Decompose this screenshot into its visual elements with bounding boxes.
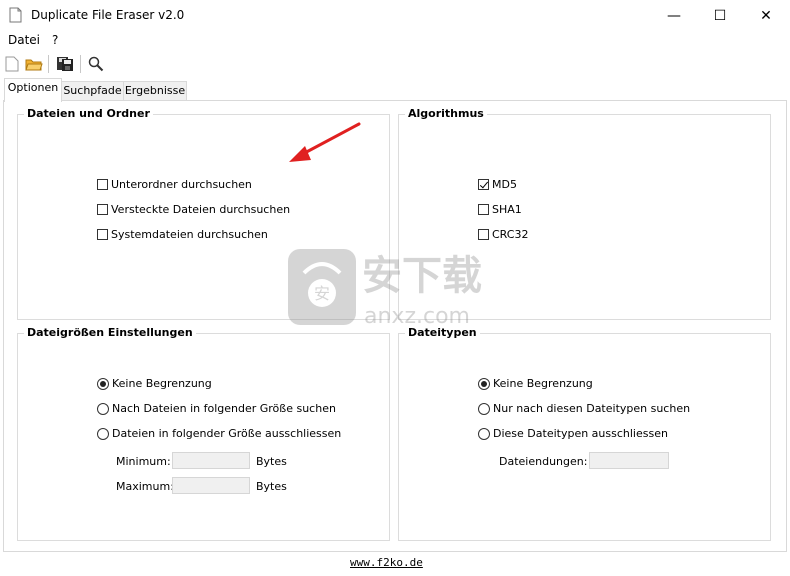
maximum-unit: Bytes	[256, 480, 287, 493]
size-exclude-radio[interactable]: Dateien in folgender Größe ausschliessen	[97, 427, 341, 440]
types-include-radio[interactable]: Nur nach diesen Dateitypen suchen	[478, 402, 690, 415]
option-label: Versteckte Dateien durchsuchen	[111, 203, 291, 216]
close-button[interactable]: ✕	[743, 0, 789, 31]
option-label: Keine Begrenzung	[493, 377, 593, 390]
size-include-radio[interactable]: Nach Dateien in folgender Größe suchen	[97, 402, 336, 415]
search-icon	[88, 56, 104, 72]
window-title: Duplicate File Eraser v2.0	[31, 8, 185, 22]
tab-strip: Optionen Suchpfade Ergebnisse	[0, 78, 790, 102]
types-no-limit-radio[interactable]: Keine Begrenzung	[478, 377, 593, 390]
crc32-checkbox[interactable]: CRC32	[478, 228, 528, 241]
radio-circle[interactable]	[97, 402, 109, 415]
extensions-label: Dateiendungen:	[499, 455, 588, 468]
option-label: Systemdateien durchsuchen	[111, 228, 268, 241]
md5-checkbox[interactable]: MD5	[478, 178, 517, 191]
extensions-input[interactable]	[589, 452, 669, 469]
checkbox-box[interactable]	[478, 179, 489, 190]
system-files-checkbox[interactable]: Systemdateien durchsuchen	[97, 228, 268, 241]
option-label: SHA1	[492, 203, 522, 216]
option-label: Unterordner durchsuchen	[111, 178, 252, 191]
minimum-input[interactable]	[172, 452, 250, 469]
open-folder-button[interactable]	[24, 54, 44, 74]
open-folder-icon	[25, 59, 43, 70]
subfolders-checkbox[interactable]: Unterordner durchsuchen	[97, 178, 252, 191]
menu-bar: Datei ?	[0, 31, 790, 50]
menu-help[interactable]: ?	[52, 33, 58, 47]
minimum-unit: Bytes	[256, 455, 287, 468]
options-panel: Dateien und Ordner Unterordner durchsuch…	[3, 100, 787, 552]
title-bar: Duplicate File Eraser v2.0 — ☐ ✕	[0, 0, 790, 31]
file-size-group: Dateigrößen Einstellungen Keine Begrenzu…	[17, 326, 390, 541]
file-types-group: Dateitypen Keine Begrenzung Nur nach die…	[398, 326, 771, 541]
option-label: Nur nach diesen Dateitypen suchen	[493, 402, 691, 415]
maximum-input[interactable]	[172, 477, 250, 494]
checkbox-box[interactable]	[478, 204, 489, 215]
maximum-label: Maximum:	[116, 480, 174, 493]
option-label: Diese Dateitypen ausschliessen	[493, 427, 668, 440]
checkbox-box[interactable]	[97, 204, 108, 215]
option-label: Nach Dateien in folgender Größe suchen	[112, 402, 336, 415]
radio-circle[interactable]	[478, 402, 490, 415]
radio-circle[interactable]	[478, 377, 490, 390]
search-button[interactable]	[86, 54, 106, 74]
checkbox-box[interactable]	[97, 229, 108, 240]
checkbox-box[interactable]	[97, 179, 108, 190]
algorithm-title: Algorithmus	[405, 107, 487, 120]
save-button[interactable]	[55, 54, 75, 74]
hidden-files-checkbox[interactable]: Versteckte Dateien durchsuchen	[97, 203, 290, 216]
minimize-button[interactable]: —	[651, 0, 697, 31]
radio-circle[interactable]	[97, 377, 109, 390]
tab-suchpfade[interactable]: Suchpfade	[61, 81, 124, 101]
tab-optionen[interactable]: Optionen	[4, 78, 62, 102]
new-file-button[interactable]	[2, 54, 22, 74]
maximize-button[interactable]: ☐	[697, 0, 743, 31]
types-exclude-radio[interactable]: Diese Dateitypen ausschliessen	[478, 427, 668, 440]
option-label: MD5	[492, 178, 517, 191]
new-file-icon	[5, 56, 19, 72]
files-folders-title: Dateien und Ordner	[24, 107, 153, 120]
option-label: CRC32	[492, 228, 529, 241]
tab-ergebnisse[interactable]: Ergebnisse	[123, 81, 187, 101]
annotation-arrow-icon	[289, 122, 361, 162]
radio-circle[interactable]	[97, 427, 109, 440]
app-document-icon	[9, 7, 22, 23]
website-link[interactable]: www.f2ko.de	[350, 556, 423, 569]
toolbar	[0, 50, 790, 77]
save-disk-icon	[57, 57, 73, 71]
minimum-label: Minimum:	[116, 455, 171, 468]
algorithm-group: Algorithmus MD5 SHA1 CRC32	[398, 107, 771, 320]
checkbox-box[interactable]	[478, 229, 489, 240]
radio-circle[interactable]	[478, 427, 490, 440]
option-label: Keine Begrenzung	[112, 377, 212, 390]
file-size-title: Dateigrößen Einstellungen	[24, 326, 196, 339]
menu-datei[interactable]: Datei	[8, 33, 40, 47]
file-types-title: Dateitypen	[405, 326, 480, 339]
option-label: Dateien in folgender Größe ausschliessen	[112, 427, 342, 440]
sha1-checkbox[interactable]: SHA1	[478, 203, 522, 216]
size-no-limit-radio[interactable]: Keine Begrenzung	[97, 377, 212, 390]
